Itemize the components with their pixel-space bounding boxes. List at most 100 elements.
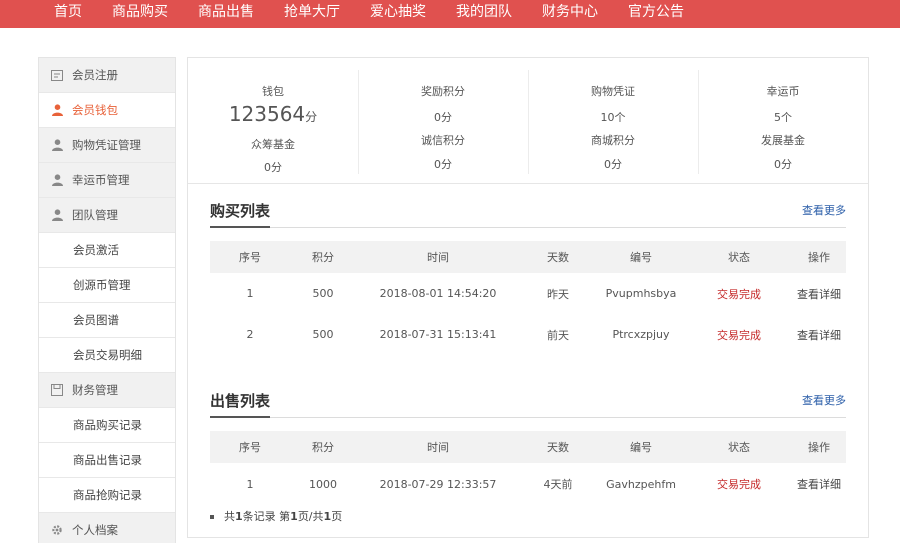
- table-cell: Pvupmhsbya: [605, 287, 677, 300]
- sidebar-item-6[interactable]: 创源币管理: [39, 268, 175, 303]
- nav-item-0[interactable]: 首页: [54, 0, 82, 28]
- integrity-value: 0分: [434, 158, 452, 171]
- table-cell: 500: [312, 287, 334, 300]
- sidebar-item-0[interactable]: 会员注册: [39, 58, 175, 93]
- nav-item-4[interactable]: 爱心抽奖: [370, 0, 426, 28]
- wallet-stats: 钱包 123564分 众筹基金 0分 奖励积分 0分 诚信积分 0分 购物凭证 …: [188, 58, 868, 184]
- table-cell: 前天: [547, 328, 569, 342]
- reward-label: 奖励积分: [421, 85, 465, 98]
- purchase-table: 序号 积分 时间 天数 编号 状态 操作 1 500 2018-08-01 14:54:20 昨天…: [210, 241, 846, 355]
- sale-more-link[interactable]: 查看更多: [802, 392, 846, 408]
- sidebar-item-5[interactable]: 会员激活: [39, 233, 175, 268]
- sidebar-item-9[interactable]: 财务管理: [39, 373, 175, 408]
- purchase-header-cell: 状态: [728, 251, 750, 264]
- table-cell: Ptrcxzpjuy: [612, 328, 670, 341]
- purchase-underline: [210, 226, 846, 228]
- stat-col-reward: 奖励积分 0分 诚信积分 0分: [358, 58, 528, 184]
- lucky-value: 5个: [774, 111, 792, 124]
- stat-col-wallet: 钱包 123564分 众筹基金 0分: [188, 58, 358, 184]
- finance-icon: [51, 384, 63, 396]
- nav-item-3[interactable]: 抢单大厅: [284, 0, 340, 28]
- main-panel: 钱包 123564分 众筹基金 0分 奖励积分 0分 诚信积分 0分 购物凭证 …: [187, 57, 869, 538]
- view-detail-link[interactable]: 查看详细: [792, 273, 846, 314]
- sidebar-item-8[interactable]: 会员交易明细: [39, 338, 175, 373]
- nav-item-6[interactable]: 财务中心: [542, 0, 598, 28]
- sidebar: 会员注册 会员钱包 购物凭证管理幸运币管理团队管理会员激活创源币管理会员图谱会员交易…: [38, 57, 176, 543]
- table-cell: 2018-08-01 14:54:20: [379, 287, 497, 300]
- sidebar-item-label: 会员图谱: [73, 313, 119, 327]
- table-cell: Gavhzpehfm: [606, 477, 676, 491]
- nav-item-2[interactable]: 商品出售: [198, 0, 254, 28]
- sidebar-item-label: 财务管理: [72, 383, 118, 397]
- top-nav-list: 首页 商品购买 商品出售 抢单大厅 爱心抽奖 我的团队 财务中心 官方公告: [54, 0, 714, 28]
- stat-col-voucher: 购物凭证 10个 商城积分 0分: [528, 58, 698, 184]
- sidebar-item-3[interactable]: 幸运币管理: [39, 163, 175, 198]
- pager-bullet-icon: [210, 515, 214, 519]
- sidebar-item-2[interactable]: 购物凭证管理: [39, 128, 175, 163]
- user-icon: [51, 174, 63, 186]
- sidebar-item-label: 创源币管理: [73, 278, 131, 292]
- table-cell: 2: [246, 328, 254, 341]
- sale-table-body: 1 1000 2018-07-29 12:33:57 4天前 Gavhzpehfm 交易完…: [210, 463, 846, 505]
- sidebar-item-label: 商品出售记录: [73, 453, 142, 467]
- wallet-label: 钱包: [262, 85, 284, 98]
- nav-item-5[interactable]: 我的团队: [456, 0, 512, 28]
- purchase-header-cell: 积分: [312, 251, 334, 264]
- view-detail-link[interactable]: 查看详细: [792, 314, 846, 355]
- sale-header-cell: 天数: [547, 441, 569, 454]
- sidebar-item-label: 个人档案: [72, 523, 118, 537]
- sidebar-item-1[interactable]: 会员钱包: [39, 93, 175, 128]
- nav-item-1[interactable]: 商品购买: [112, 0, 168, 28]
- sale-header-cell: 序号: [239, 441, 261, 454]
- sale-header-cell: 时间: [427, 441, 449, 454]
- sidebar-item-11[interactable]: 商品出售记录: [39, 443, 175, 478]
- sidebar-item-label: 商品购买记录: [73, 418, 142, 432]
- status-text: 交易完成: [717, 287, 761, 301]
- mall-label: 商城积分: [591, 134, 635, 147]
- sidebar-item-12[interactable]: 商品抢购记录: [39, 478, 175, 513]
- sidebar-item-label: 会员激活: [73, 243, 119, 257]
- status-text: 交易完成: [717, 478, 761, 491]
- integrity-label: 诚信积分: [421, 134, 465, 147]
- voucher-label: 购物凭证: [591, 85, 635, 98]
- view-detail-link[interactable]: 查看详细: [792, 463, 846, 505]
- dev-label: 发展基金: [761, 134, 805, 147]
- purchase-table-body: 1 500 2018-08-01 14:54:20 昨天 Pvupmhsbya 交易完成查…: [210, 273, 846, 355]
- table-cell: 4天前: [543, 478, 573, 491]
- purchase-more-link[interactable]: 查看更多: [802, 202, 846, 218]
- register-icon: [51, 69, 63, 81]
- nav-item-7[interactable]: 官方公告: [628, 0, 684, 28]
- user-icon: [51, 139, 63, 151]
- sidebar-item-label: 商品抢购记录: [73, 488, 142, 502]
- sale-title: 出售列表: [210, 392, 271, 410]
- sidebar-item-13[interactable]: 个人档案: [39, 513, 175, 543]
- sidebar-item-7[interactable]: 会员图谱: [39, 303, 175, 338]
- purchase-title: 购买列表: [210, 202, 271, 220]
- sale-header-cell: 状态: [728, 441, 750, 454]
- sidebar-item-label: 会员交易明细: [73, 348, 142, 362]
- table-row: 2 500 2018-07-31 15:13:41 前天 Ptrcxzpjuy 交易完成 查…: [210, 314, 846, 355]
- dev-value: 0分: [774, 158, 792, 171]
- fund-value: 0分: [264, 161, 282, 174]
- purchase-header-cell: 序号: [239, 251, 261, 264]
- sidebar-item-label: 幸运币管理: [72, 173, 130, 187]
- voucher-value: 10个: [600, 111, 626, 124]
- gear-icon: [51, 524, 63, 536]
- wallet-value: 123564分: [228, 102, 318, 126]
- table-cell: 1000: [309, 477, 337, 491]
- table-cell: 1: [246, 477, 254, 491]
- mall-value: 0分: [604, 158, 622, 171]
- purchase-header-cell: 天数: [547, 251, 569, 264]
- reward-value: 0分: [434, 111, 452, 124]
- sale-table: 序号 积分 时间 天数 编号 状态 操作 1 1000 2018-07-29 12:33:57 4…: [210, 431, 846, 505]
- table-cell: 2018-07-29 12:33:57: [379, 477, 497, 491]
- fund-label: 众筹基金: [251, 138, 295, 151]
- sale-underline: [210, 416, 846, 418]
- purchase-header-cell: 操作: [808, 251, 830, 264]
- top-nav: 首页 商品购买 商品出售 抢单大厅 爱心抽奖 我的团队 财务中心 官方公告: [0, 0, 900, 28]
- sidebar-item-label: 团队管理: [72, 208, 118, 222]
- sidebar-item-4[interactable]: 团队管理: [39, 198, 175, 233]
- sale-table-header: 序号 积分 时间 天数 编号 状态 操作: [210, 431, 846, 463]
- stat-col-lucky: 幸运币 5个 发展基金 0分: [698, 58, 868, 184]
- sidebar-item-10[interactable]: 商品购买记录: [39, 408, 175, 443]
